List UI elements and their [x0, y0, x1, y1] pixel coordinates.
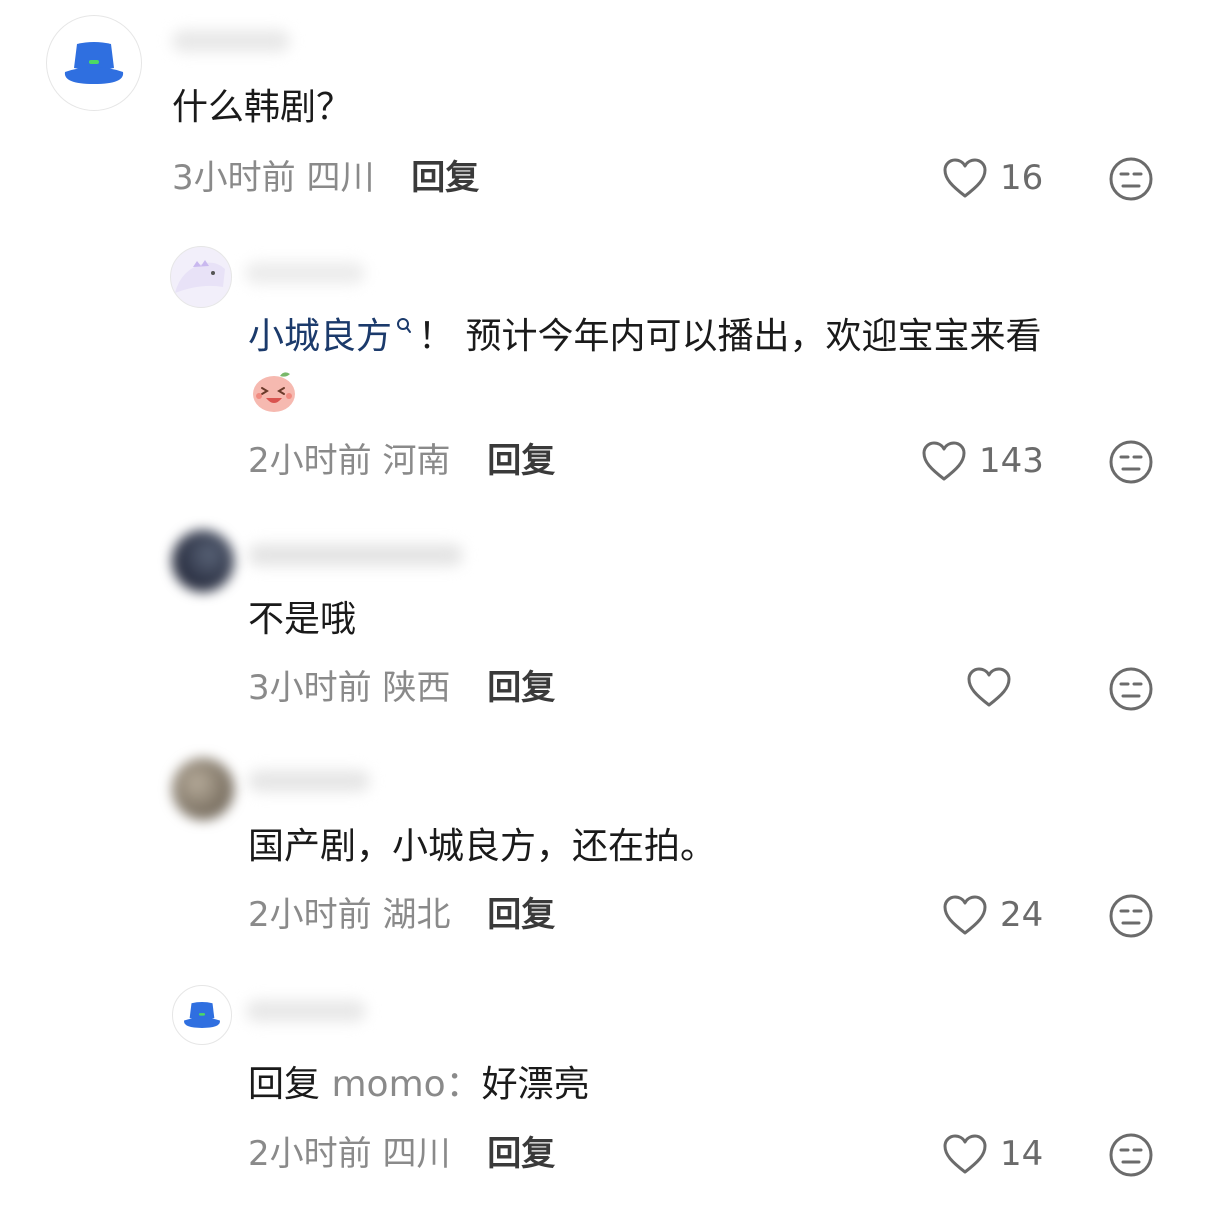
username-blurred[interactable] [248, 544, 463, 566]
avatar[interactable] [172, 530, 234, 592]
comment-meta: 3小时前 四川 回复 [172, 156, 479, 200]
comment-time: 3小时前 [248, 668, 372, 708]
comment-location: 陕西 [382, 668, 451, 708]
comment-time: 2小时前 [248, 441, 372, 481]
laughing-sticker-icon [250, 368, 300, 414]
dislike-button[interactable] [1108, 1132, 1154, 1178]
dislike-button[interactable] [1108, 666, 1154, 712]
like-button[interactable]: 16 [942, 156, 1043, 200]
like-button[interactable] [966, 666, 1012, 708]
neutral-face-icon [1109, 440, 1153, 484]
comment-text: 小城良方！ 预计今年内可以播出，欢迎宝宝来看 [248, 316, 1042, 357]
comment-text: 国产剧，小城良方，还在拍。 [248, 826, 717, 867]
avatar[interactable] [170, 246, 232, 308]
like-button[interactable]: 24 [942, 893, 1043, 937]
bucket-hat-icon [184, 1002, 220, 1028]
like-button[interactable]: 14 [942, 1132, 1043, 1176]
avatar[interactable] [172, 758, 234, 820]
bucket-hat-icon [64, 42, 124, 84]
heart-icon [922, 441, 966, 481]
reply-to-user[interactable]: momo： [331, 1064, 481, 1105]
comment-location: 河南 [382, 441, 451, 481]
dislike-button[interactable] [1108, 893, 1154, 939]
comment-text: 回复 momo：好漂亮 [248, 1064, 590, 1105]
comment-meta: 2小时前 四川 回复 [248, 1132, 555, 1176]
comment-time: 2小时前 [248, 895, 372, 935]
comment-meta: 2小时前 湖北 回复 [248, 893, 555, 937]
comment-location: 四川 [306, 158, 375, 198]
reply-button[interactable]: 回复 [411, 158, 479, 198]
reply-button[interactable]: 回复 [487, 1134, 555, 1174]
neutral-face-icon [1109, 894, 1153, 938]
username-blurred[interactable] [248, 770, 370, 792]
username-blurred[interactable] [245, 262, 365, 284]
comment-text: 不是哦 [248, 599, 357, 640]
heart-icon [943, 895, 987, 935]
dinosaur-avatar-icon [175, 260, 225, 293]
like-count: 14 [1000, 1134, 1044, 1174]
comment-location: 四川 [382, 1134, 451, 1174]
like-count: 143 [979, 441, 1044, 481]
dislike-button[interactable] [1108, 156, 1154, 202]
comment-meta: 3小时前 陕西 回复 [248, 666, 555, 710]
like-count: 24 [1000, 895, 1044, 935]
avatar[interactable] [46, 15, 142, 111]
comment-text: 什么韩剧？ [172, 87, 353, 128]
like-count: 16 [1000, 158, 1044, 198]
drama-link[interactable]: 小城良方 [248, 316, 392, 357]
heart-icon [967, 667, 1011, 707]
username-blurred[interactable] [246, 1000, 366, 1022]
username-blurred[interactable] [172, 30, 290, 52]
neutral-face-icon [1109, 157, 1153, 201]
heart-icon [943, 158, 987, 198]
heart-icon [943, 1134, 987, 1174]
comment-time: 3小时前 [172, 158, 296, 198]
comment-meta: 2小时前 河南 回复 [248, 439, 555, 483]
dislike-button[interactable] [1108, 439, 1154, 485]
like-button[interactable]: 143 [921, 439, 1044, 483]
neutral-face-icon [1109, 667, 1153, 711]
search-icon [397, 318, 412, 333]
neutral-face-icon [1109, 1133, 1153, 1177]
reply-button[interactable]: 回复 [487, 441, 555, 481]
comment-time: 2小时前 [248, 1134, 372, 1174]
reply-button[interactable]: 回复 [487, 668, 555, 708]
reply-button[interactable]: 回复 [487, 895, 555, 935]
comment-location: 湖北 [382, 895, 451, 935]
avatar[interactable] [172, 985, 232, 1045]
